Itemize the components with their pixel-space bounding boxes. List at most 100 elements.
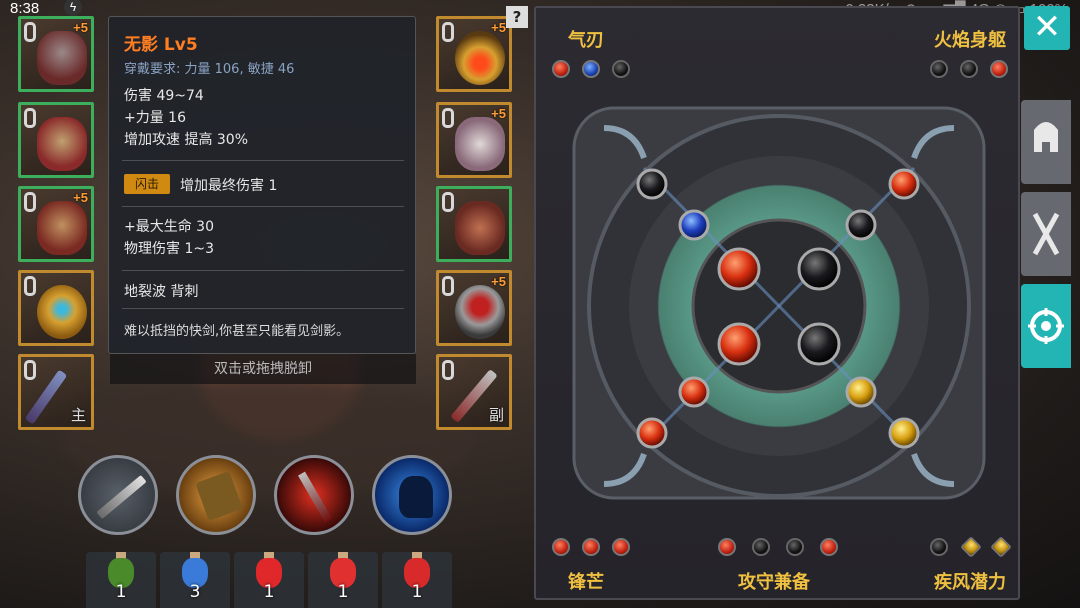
tab-equipment[interactable] [1021, 100, 1071, 184]
main-weapon-slot[interactable]: 主 [18, 354, 94, 430]
item-requirement: 穿戴要求: 力量 106, 敏捷 46 [124, 62, 295, 77]
enhance-level: +5 [491, 106, 506, 121]
help-icon[interactable]: ? [506, 6, 528, 28]
enhance-level: +5 [491, 20, 506, 35]
red-gem-socket[interactable] [717, 247, 761, 291]
bracer-slot[interactable]: +5 [436, 270, 512, 346]
item-title: 无影 Lv5 [124, 35, 198, 55]
shockwave-icon [195, 471, 243, 521]
potion-count: 1 [337, 582, 349, 602]
bonus-stat: +最大生命 30 [124, 219, 214, 235]
bonus-stat: 物理伤害 1~3 [124, 241, 214, 257]
flash-strike-effect: 增加最终伤害 1 [180, 178, 278, 194]
set-bonus-qi-blade[interactable]: 气刃 [568, 26, 604, 52]
helmet-icon [37, 31, 87, 85]
off-hand-tag: 副 [488, 406, 504, 424]
lock-icon [24, 22, 36, 42]
necklace-slot[interactable]: +5 [436, 16, 512, 92]
set-bonus-wind-potential[interactable]: 疾风潜力 [934, 568, 1006, 594]
gem-board [572, 106, 986, 500]
boots-icon [455, 201, 505, 255]
lock-icon [442, 108, 454, 128]
item-flavor-text: 难以抵挡的快剑,你甚至只能看见剑影。 [124, 324, 350, 339]
yellow-gem-icon [990, 536, 1012, 558]
backstab-skill-button[interactable] [274, 455, 354, 535]
tab-skills[interactable] [1021, 192, 1071, 276]
boots-slot[interactable] [436, 186, 512, 262]
crossed-swords-icon [1032, 212, 1060, 256]
black-gem-socket[interactable] [797, 322, 841, 366]
enhance-level: +5 [491, 274, 506, 289]
potion-slot[interactable]: 1 [382, 552, 452, 608]
dagger-strike-icon [298, 471, 332, 523]
running-figure-icon [399, 476, 433, 518]
ground-quake-skill-button[interactable] [176, 455, 256, 535]
set-bonus-edge[interactable]: 锋芒 [568, 568, 604, 594]
potion-count: 3 [189, 582, 201, 602]
black-gem-icon [930, 538, 948, 556]
potion-slot[interactable]: 1 [234, 552, 304, 608]
armor-icon [37, 201, 87, 255]
chest-slot[interactable] [18, 102, 94, 178]
main-hand-tag: 主 [70, 406, 86, 424]
dash-skill-button[interactable] [372, 455, 452, 535]
lock-icon [24, 360, 36, 380]
blue-gem-socket[interactable] [678, 209, 710, 241]
set-bonus-flame-body[interactable]: 火焰身躯 [934, 26, 1006, 52]
item-stat: 伤害 49~74 [124, 88, 204, 104]
ring-icon [37, 285, 87, 339]
black-gem-icon [752, 538, 770, 556]
potion-slot[interactable]: 1 [86, 552, 156, 608]
flash-icon: ϟ [64, 0, 82, 16]
red-gem-socket[interactable] [888, 168, 920, 200]
attack-skill-button[interactable] [78, 455, 158, 535]
yellow-gem-socket[interactable] [845, 376, 877, 408]
potion-slot[interactable]: 3 [160, 552, 230, 608]
red-gem-icon [612, 538, 630, 556]
helmet-icon [1034, 122, 1058, 152]
flash-strike-badge: 闪击 [124, 174, 170, 194]
potion-count: 1 [411, 582, 423, 602]
unequip-hint[interactable]: 双击或拖拽脱卸 [110, 354, 416, 384]
potion-count: 1 [115, 582, 127, 602]
red-gem-icon [582, 538, 600, 556]
close-button[interactable]: ✕ [1024, 6, 1070, 50]
lock-icon [442, 22, 454, 42]
helmet-slot[interactable]: +5 [18, 16, 94, 92]
red-gem-icon [820, 538, 838, 556]
lock-icon [442, 360, 454, 380]
off-weapon-slot[interactable]: 副 [436, 354, 512, 430]
armor-slot[interactable]: +5 [18, 186, 94, 262]
red-gem-socket[interactable] [678, 376, 710, 408]
chest-armor-icon [37, 117, 87, 171]
potion-slot[interactable]: 1 [308, 552, 378, 608]
black-gem-icon [786, 538, 804, 556]
black-gem-socket[interactable] [636, 168, 668, 200]
red-gem-icon [552, 538, 570, 556]
red-gem-icon [990, 60, 1008, 78]
item-stat: 增加攻速 提高 30% [124, 132, 249, 148]
lock-icon [24, 192, 36, 212]
bracer-icon [455, 285, 505, 339]
set-bonus-balanced[interactable]: 攻守兼备 [738, 568, 810, 594]
lock-icon [442, 192, 454, 212]
lock-icon [24, 108, 36, 128]
divider [122, 308, 404, 309]
gloves-icon [455, 117, 505, 171]
item-stat: +力量 16 [124, 110, 186, 126]
lock-icon [24, 276, 36, 296]
blue-gem-icon [582, 60, 600, 78]
sword-icon [96, 474, 147, 520]
red-gem-socket[interactable] [636, 417, 668, 449]
red-gem-socket[interactable] [717, 322, 761, 366]
gloves-slot[interactable]: +5 [436, 102, 512, 178]
tab-gems[interactable] [1021, 284, 1071, 368]
black-gem-icon [612, 60, 630, 78]
black-gem-socket[interactable] [845, 209, 877, 241]
necklace-icon [455, 31, 505, 85]
black-gem-icon [960, 60, 978, 78]
black-gem-socket[interactable] [797, 247, 841, 291]
yellow-gem-socket[interactable] [888, 417, 920, 449]
lock-icon [442, 276, 454, 296]
ring-slot[interactable] [18, 270, 94, 346]
